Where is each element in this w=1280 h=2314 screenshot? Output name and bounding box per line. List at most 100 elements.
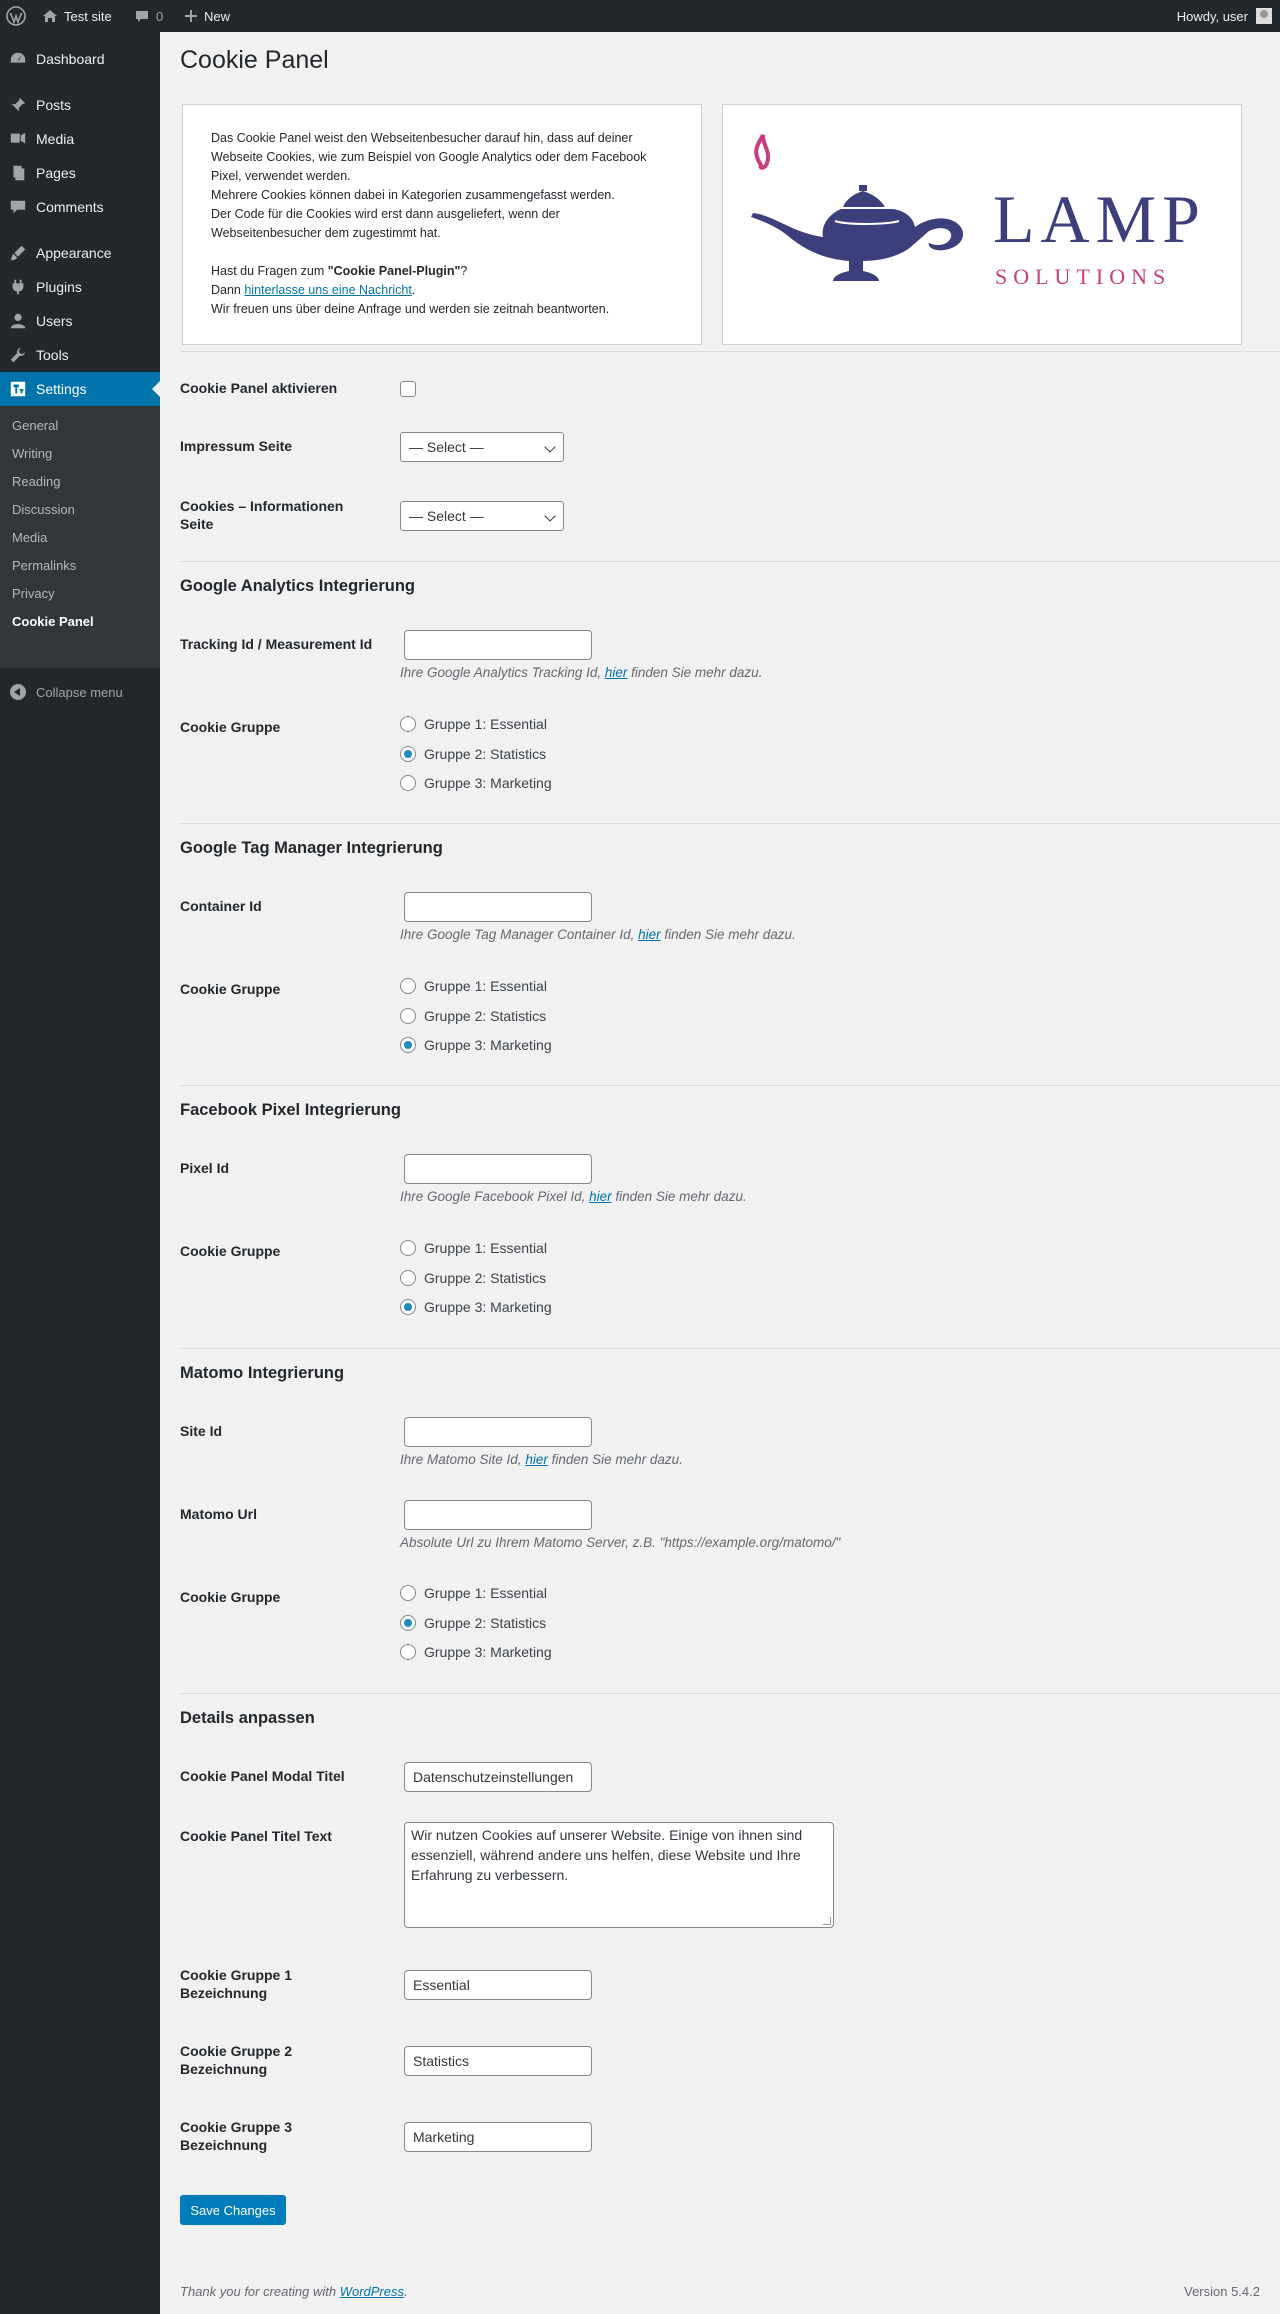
sidebar-item-appearance[interactable]: Appearance xyxy=(0,236,160,270)
modal-title-input[interactable] xyxy=(404,1762,592,1792)
matomo-group-label: Cookie Gruppe xyxy=(180,1589,281,1605)
sidebar-item-plugins[interactable]: Plugins xyxy=(0,270,160,304)
settings-icon xyxy=(8,379,28,399)
matomo-group-option-3[interactable]: Gruppe 3: Marketing xyxy=(400,1644,552,1660)
impressum-select[interactable]: — Select — xyxy=(400,432,564,462)
matomo-group-option-2[interactable]: Gruppe 2: Statistics xyxy=(400,1615,546,1631)
cookies-info-select-value: — Select — xyxy=(409,508,484,524)
matomo-url-input[interactable] xyxy=(404,1500,592,1530)
radio-button[interactable] xyxy=(400,746,416,762)
resize-handle-icon[interactable] xyxy=(823,1917,831,1925)
gtm-container-id-input[interactable] xyxy=(404,892,592,922)
collapse-label: Collapse menu xyxy=(36,684,123,700)
sidebar-item-media[interactable]: Media xyxy=(0,122,160,156)
radio-button[interactable] xyxy=(400,1615,416,1631)
sidebar-item-comments[interactable]: Comments xyxy=(0,190,160,224)
collapse-arrow-icon xyxy=(10,684,26,700)
sidebar-item-dashboard[interactable]: Dashboard xyxy=(0,42,160,76)
avatar xyxy=(1256,8,1272,24)
wrench-icon xyxy=(8,345,28,365)
submenu-item-discussion[interactable]: Discussion xyxy=(12,500,75,520)
group3-name-input[interactable] xyxy=(404,2122,592,2152)
user-icon xyxy=(8,311,28,331)
sidebar-item-tools[interactable]: Tools xyxy=(0,338,160,372)
home-icon xyxy=(43,10,57,22)
site-name: Test site xyxy=(64,8,112,24)
intro-text-2: Mehrere Cookies können dabei in Kategori… xyxy=(211,188,615,202)
howdy-text: Howdy, user xyxy=(1176,8,1248,24)
plug-icon xyxy=(8,277,28,297)
submenu-item-reading[interactable]: Reading xyxy=(12,472,60,492)
group1-name-input[interactable] xyxy=(404,1970,592,2000)
ga-group-option-2[interactable]: Gruppe 2: Statistics xyxy=(400,746,546,762)
gtm-help-link[interactable]: hier xyxy=(638,927,661,942)
radio-button[interactable] xyxy=(400,1585,416,1601)
page-title: Cookie Panel xyxy=(180,46,329,74)
fb-group-option-2[interactable]: Gruppe 2: Statistics xyxy=(400,1270,546,1286)
comments-link[interactable]: 0 xyxy=(134,0,163,32)
intro-contact: Dann hinterlasse uns eine Nachricht. xyxy=(211,283,416,297)
comment-icon xyxy=(8,197,28,217)
radio-button[interactable] xyxy=(400,1644,416,1660)
chevron-down-icon xyxy=(544,441,556,453)
fb-group-option-1[interactable]: Gruppe 1: Essential xyxy=(400,1240,547,1256)
fb-help-link[interactable]: hier xyxy=(589,1189,612,1204)
footer-thanks: Thank you for creating with WordPress. xyxy=(180,2284,408,2299)
sidebar-item-users[interactable]: Users xyxy=(0,304,160,338)
matomo-site-description: Ihre Matomo Site Id, hier finden Sie meh… xyxy=(400,1452,683,1467)
gtm-group-option-3[interactable]: Gruppe 3: Marketing xyxy=(400,1037,552,1053)
radio-button[interactable] xyxy=(400,775,416,791)
admin-bar: Test site 0 New Howdy, user xyxy=(0,0,1280,32)
ga-tracking-id-input[interactable] xyxy=(404,630,592,660)
sidebar-item-label: Pages xyxy=(36,165,76,181)
gtm-id-label: Container Id xyxy=(180,898,262,914)
title-text-textarea[interactable]: Wir nutzen Cookies auf unserer Website. … xyxy=(404,1822,834,1928)
site-name-link[interactable]: Test site xyxy=(42,0,112,32)
activate-label: Cookie Panel aktivieren xyxy=(180,380,338,396)
fb-id-description: Ihre Google Facebook Pixel Id, hier find… xyxy=(400,1189,747,1204)
radio-button[interactable] xyxy=(400,1037,416,1053)
activate-checkbox[interactable] xyxy=(400,381,416,397)
sidebar-item-settings[interactable]: Settings xyxy=(0,372,160,406)
ga-help-link[interactable]: hier xyxy=(605,665,628,680)
submenu-item-privacy[interactable]: Privacy xyxy=(12,584,55,604)
cookies-info-select[interactable]: — Select — xyxy=(400,501,564,531)
title-text-label: Cookie Panel Titel Text xyxy=(180,1828,332,1844)
submenu-item-media[interactable]: Media xyxy=(12,528,47,548)
contact-link[interactable]: hinterlasse uns eine Nachricht xyxy=(244,283,411,297)
radio-button[interactable] xyxy=(400,1008,416,1024)
collapse-menu-button[interactable]: Collapse menu xyxy=(0,680,123,704)
radio-button[interactable] xyxy=(400,978,416,994)
my-account-link[interactable]: Howdy, user xyxy=(1177,0,1272,32)
radio-button[interactable] xyxy=(400,1270,416,1286)
submenu-item-permalinks[interactable]: Permalinks xyxy=(12,556,76,576)
matomo-help-link[interactable]: hier xyxy=(525,1452,548,1467)
sidebar-item-posts[interactable]: Posts xyxy=(0,88,160,122)
radio-button[interactable] xyxy=(400,1240,416,1256)
group2-name-input[interactable] xyxy=(404,2046,592,2076)
intro-text-3: Der Code für die Cookies wird erst dann … xyxy=(211,207,560,240)
pages-icon xyxy=(8,163,28,183)
fb-pixel-id-input[interactable] xyxy=(404,1154,592,1184)
submenu-item-writing[interactable]: Writing xyxy=(12,444,52,464)
ga-group-option-1[interactable]: Gruppe 1: Essential xyxy=(400,716,547,732)
matomo-site-id-input[interactable] xyxy=(404,1417,592,1447)
gtm-group-option-2[interactable]: Gruppe 2: Statistics xyxy=(400,1008,546,1024)
title-text-value: Wir nutzen Cookies auf unserer Website. … xyxy=(411,1827,803,1883)
radio-button[interactable] xyxy=(400,716,416,732)
fb-group-option-3[interactable]: Gruppe 3: Marketing xyxy=(400,1299,552,1315)
wordpress-logo-icon[interactable] xyxy=(6,0,28,32)
gtm-group-option-1[interactable]: Gruppe 1: Essential xyxy=(400,978,547,994)
wordpress-link[interactable]: WordPress xyxy=(340,2284,404,2299)
save-changes-button[interactable]: Save Changes xyxy=(180,2195,286,2225)
submenu-item-general[interactable]: General xyxy=(12,416,58,436)
ga-group-option-3[interactable]: Gruppe 3: Marketing xyxy=(400,775,552,791)
sidebar-item-pages[interactable]: Pages xyxy=(0,156,160,190)
matomo-group-option-1[interactable]: Gruppe 1: Essential xyxy=(400,1585,547,1601)
submenu-item-cookie-panel[interactable]: Cookie Panel xyxy=(12,612,94,632)
brush-icon xyxy=(8,243,28,263)
new-content-link[interactable]: New xyxy=(184,0,230,32)
radio-button[interactable] xyxy=(400,1299,416,1315)
logo-word-lamp: LAMP xyxy=(993,181,1206,257)
